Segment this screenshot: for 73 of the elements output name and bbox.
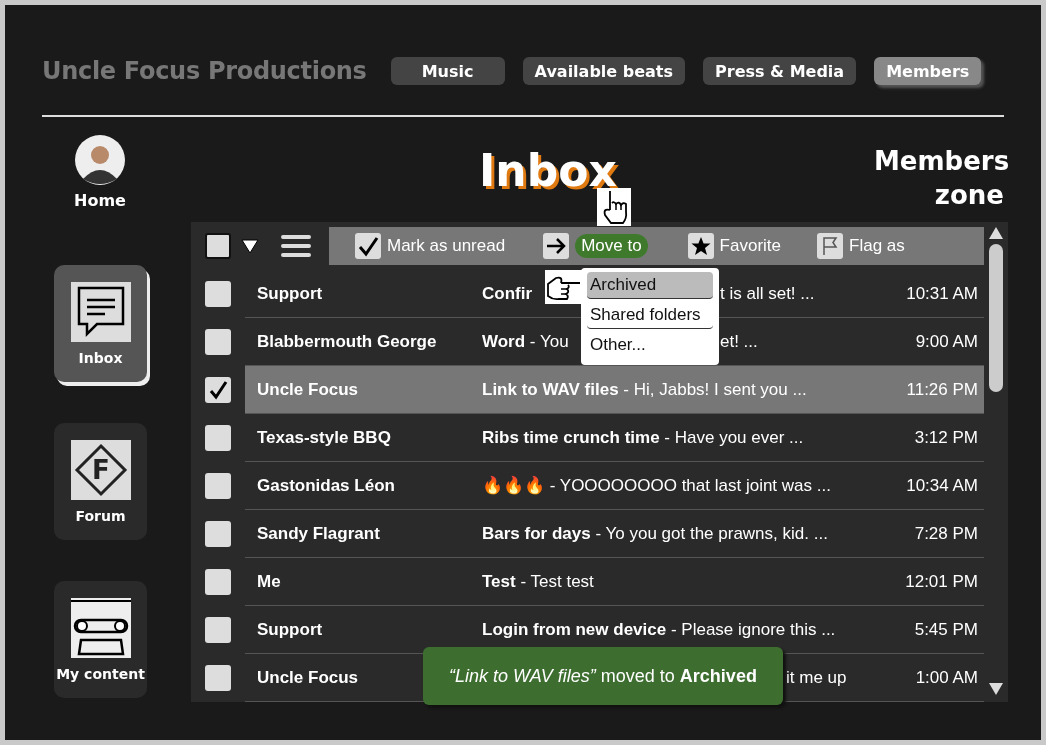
cassette-icon <box>70 597 131 658</box>
caret-icon[interactable] <box>241 238 259 254</box>
action-button[interactable]: Mark as unread <box>355 233 506 259</box>
menu-item[interactable]: Archived <box>587 272 713 299</box>
row-checkbox[interactable] <box>205 617 231 643</box>
row-checkbox[interactable] <box>205 569 231 595</box>
menu-item[interactable]: Other... <box>587 332 713 358</box>
hand-pointer-icon <box>597 188 631 226</box>
action-button[interactable]: Flag as <box>817 233 905 259</box>
message-preview: et! ... <box>720 331 758 352</box>
message-time: 5:45 PM <box>914 619 979 640</box>
sender-name: Blabbermouth George <box>257 331 437 351</box>
message-row[interactable]: Uncle Focus Link to WAV files - Hi, Jabbs! I sent you ... 11:26 PM <box>245 366 984 414</box>
message-time: 10:34 AM <box>906 475 979 496</box>
row-checkbox[interactable] <box>205 329 231 355</box>
nav-tab[interactable]: Press & Media <box>703 57 857 85</box>
message-summary: Test - Test test <box>482 571 594 592</box>
scrollbar-thumb[interactable] <box>989 244 1003 392</box>
sender-name: Uncle Focus <box>257 667 359 687</box>
sender-name: Support <box>257 619 323 639</box>
sender-name: Uncle Focus <box>257 379 359 399</box>
avatar-icon <box>74 135 125 185</box>
row-checkbox[interactable] <box>205 377 231 403</box>
sender-name: Me <box>257 571 281 591</box>
scroll-down-icon[interactable] <box>988 682 1004 696</box>
message-summary: Confir <box>482 283 533 304</box>
message-summary: Bars for days - Yo you got the prawns, kid. ... <box>482 523 828 544</box>
message-time: 10:31 AM <box>906 283 979 304</box>
scroll-up-icon[interactable] <box>988 226 1004 240</box>
message-time: 11:26 PM <box>906 379 979 400</box>
message-summary: Word - You <box>482 331 569 352</box>
row-checkbox[interactable] <box>205 665 231 691</box>
message-time: 1:00 AM <box>915 667 979 688</box>
message-time: 9:00 AM <box>915 331 979 352</box>
sender-name: Gastonidas Léon <box>257 475 395 495</box>
message-preview: it me up <box>786 667 847 688</box>
checkbox-icon <box>355 233 381 259</box>
message-row[interactable]: Texas-style BBQ Ribs time crunch time - Have you ever ... 3:12 PM <box>245 414 984 462</box>
message-summary: Link to WAV files - Hi, Jabbs! I sent you ... <box>482 379 807 400</box>
nav-tab[interactable]: Music <box>390 57 505 85</box>
page-title: Inbox <box>479 145 617 196</box>
row-checkbox[interactable] <box>205 473 231 499</box>
sender-name: Sandy Flagrant <box>257 523 380 543</box>
row-checkbox[interactable] <box>205 425 231 451</box>
row-checkbox[interactable] <box>205 281 231 307</box>
arrow-right-icon <box>543 233 570 259</box>
row-checkbox[interactable] <box>205 521 231 547</box>
site-logo: Uncle Focus Productions <box>42 57 367 85</box>
status-toast: “Link to WAV files” moved to Archived <box>423 647 783 705</box>
chat-icon <box>70 281 131 342</box>
menu-icon[interactable] <box>281 234 311 258</box>
sender-name: Texas-style BBQ <box>257 427 391 447</box>
select-all-checkbox[interactable] <box>205 233 231 259</box>
action-button[interactable]: Favorite <box>687 233 782 259</box>
forum-icon: F <box>70 439 131 500</box>
menu-item[interactable]: Shared folders <box>587 302 713 329</box>
flag-icon <box>817 233 844 259</box>
sidebar-item[interactable]: My content <box>54 581 147 698</box>
message-row[interactable]: Gastonidas Léon 🔥🔥🔥 - YOOOOOOOO that last joint was ... 10:34 AM <box>245 462 984 510</box>
message-row[interactable]: Sandy Flagrant Bars for days - Yo you got the prawns, kid. ... 7:28 PM <box>245 510 984 558</box>
message-time: 3:12 PM <box>914 427 979 448</box>
message-summary: Ribs time crunch time - Have you ever ... <box>482 427 804 448</box>
message-row[interactable]: Me Test - Test test 12:01 PM <box>245 558 984 606</box>
sender-name: Support <box>257 283 323 303</box>
message-summary: Login from new device - Please ignore this ... <box>482 619 836 640</box>
message-preview: t is all set! ... <box>720 283 815 304</box>
nav-tab[interactable]: Members <box>874 57 982 85</box>
nav-tab[interactable]: Available beats <box>522 57 686 85</box>
message-summary: 🔥🔥🔥 - YOOOOOOOO that last joint was ... <box>482 475 831 496</box>
message-time: 7:28 PM <box>914 523 979 544</box>
sidebar-item[interactable]: F Forum <box>54 423 147 540</box>
message-time: 12:01 PM <box>905 571 979 592</box>
home-link[interactable]: Home <box>74 135 126 210</box>
